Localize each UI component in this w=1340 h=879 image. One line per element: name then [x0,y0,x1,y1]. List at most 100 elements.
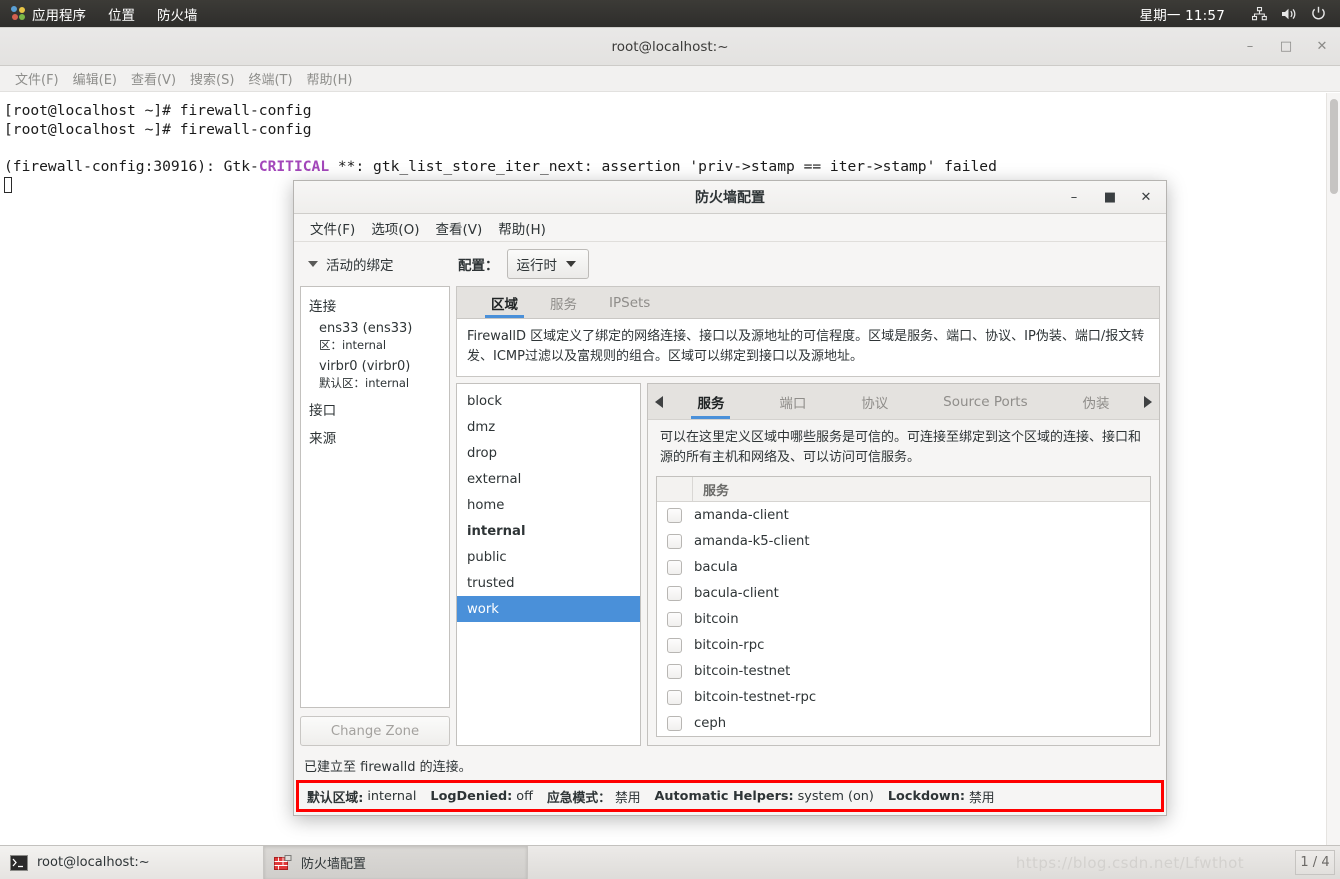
service-row[interactable]: bacula [657,554,1150,580]
tab-ipsets[interactable]: IPSets [593,287,666,318]
places-menu[interactable]: 位置 [97,0,146,27]
connection-zone: 区：internal [319,337,441,353]
status-bar: 默认区域: internal LogDenied: off 应急模式： 禁用 A… [296,780,1164,812]
zone-item-work[interactable]: work [457,596,640,622]
applications-menu-label: 应用程序 [32,7,86,24]
interfaces-title[interactable]: 接口 [309,399,441,419]
status-default-zone-key: 默认区域: [307,790,364,806]
zone-item-internal[interactable]: internal [457,518,640,544]
terminal-minimize-icon[interactable]: – [1242,39,1258,55]
connection-zone-value: internal [342,338,387,352]
service-label: amanda-client [694,507,789,523]
terminal-scrollbar-thumb[interactable] [1330,99,1338,194]
service-checkbox[interactable] [667,559,682,575]
services-description: 可以在这里定义区域中哪些服务是可信的。可连接至绑定到这个区域的连接、接口和源的所… [648,420,1159,476]
connection-item-ens33[interactable]: ens33 (ens33) 区：internal [319,321,441,353]
firewall-menu-file[interactable]: 文件(F) [302,218,363,238]
service-checkbox[interactable] [667,715,682,731]
taskbar-item-terminal[interactable]: root@localhost:~ [0,846,264,879]
configuration-select[interactable]: 运行时 [506,249,589,279]
zone-list[interactable]: block dmz drop external home internal pu… [456,383,641,746]
chevron-down-icon [566,261,576,267]
power-icon[interactable] [1311,6,1326,21]
terminal-menu-file[interactable]: 文件(F) [8,69,66,88]
tab-services[interactable]: 服务 [534,287,593,318]
zone-item-trusted[interactable]: trusted [457,570,640,596]
zone-item-external[interactable]: external [457,466,640,492]
firewall-menu-view[interactable]: 查看(V) [427,218,490,238]
terminal-menu-terminal[interactable]: 终端(T) [241,69,299,88]
inner-tab-services[interactable]: 服务 [687,384,734,419]
terminal-menu-edit[interactable]: 编辑(E) [66,69,124,88]
terminal-maximize-icon[interactable]: □ [1278,39,1294,55]
service-row[interactable]: bitcoin-testnet-rpc [657,684,1150,710]
zone-item-block[interactable]: block [457,388,640,414]
clock[interactable]: 星期一 11:57 [1129,0,1237,27]
zone-item-dmz[interactable]: dmz [457,414,640,440]
firewall-titlebar: 防火墙配置 – ■ ✕ [294,181,1166,214]
service-label: bitcoin-rpc [694,637,765,653]
volume-icon[interactable] [1281,7,1297,21]
connection-zone: 默认区：internal [319,375,441,391]
change-zone-button[interactable]: Change Zone [300,716,450,746]
applications-menu[interactable]: 应用程序 [0,0,97,27]
active-bindings-toggle[interactable]: 活动的绑定 [308,254,458,274]
service-checkbox[interactable] [667,585,682,601]
inner-tab-source-ports[interactable]: Source Ports [933,384,1037,419]
connection-item-virbr0[interactable]: virbr0 (virbr0) 默认区：internal [319,359,441,391]
service-checkbox[interactable] [667,689,682,705]
service-checkbox[interactable] [667,611,682,627]
inner-tabs-scroll-right-button[interactable] [1137,384,1159,419]
service-row[interactable]: bacula-client [657,580,1150,606]
firewall-config-window: 防火墙配置 – ■ ✕ 文件(F) 选项(O) 查看(V) 帮助(H) 活动的绑… [293,180,1167,816]
inner-tabs-scroll-left-button[interactable] [648,384,670,419]
service-row[interactable]: amanda-client [657,502,1150,528]
service-row[interactable]: bitcoin [657,606,1150,632]
connection-status: 已建立至 firewalld 的连接。 [294,750,1166,780]
tab-zones[interactable]: 区域 [475,287,534,318]
firewall-minimize-icon[interactable]: – [1066,189,1082,205]
service-label: bitcoin [694,611,739,627]
firewall-maximize-icon[interactable]: ■ [1102,189,1118,205]
bindings-list[interactable]: 连接 ens33 (ens33) 区：internal virbr0 (virb… [300,286,450,708]
inner-tab-protocols[interactable]: 协议 [851,384,898,419]
status-automatic-helpers-key: Automatic Helpers: [654,788,794,804]
terminal-output: [root@localhost ~]# firewall-config [roo… [0,93,1340,176]
inner-tab-ports[interactable]: 端口 [769,384,816,419]
service-row[interactable]: bitcoin-testnet [657,658,1150,684]
terminal-scrollbar[interactable] [1326,93,1340,845]
configuration-select-value: 运行时 [516,258,558,274]
zone-item-home[interactable]: home [457,492,640,518]
service-row[interactable]: bitcoin-rpc [657,632,1150,658]
service-checkbox[interactable] [667,533,682,549]
service-checkbox[interactable] [667,507,682,523]
inner-tab-masquerade[interactable]: 伪装 [1073,384,1120,419]
firewall-menu-help[interactable]: 帮助(H) [490,218,554,238]
terminal-menu-view[interactable]: 查看(V) [124,69,183,88]
zone-item-drop[interactable]: drop [457,440,640,466]
firewall-menu-options[interactable]: 选项(O) [363,218,427,238]
status-panic-mode-value: 禁用 [614,790,641,806]
firewall-close-icon[interactable]: ✕ [1138,189,1154,205]
status-logdenied-key: LogDenied: [430,788,513,804]
status-panic-mode-key: 应急模式： [546,790,611,806]
taskbar-item-firewall-label: 防火墙配置 [301,857,367,872]
inner-tab-strip: 服务 端口 协议 Source Ports 伪装 [670,384,1137,419]
terminal-window-buttons: – □ ✕ [1242,39,1330,55]
services-list[interactable]: 服务 amanda-client amanda-k5-client bacula… [656,476,1151,737]
terminal-close-icon[interactable]: ✕ [1314,39,1330,55]
service-label: amanda-k5-client [694,533,810,549]
terminal-menu-help[interactable]: 帮助(H) [300,69,360,88]
workspace-indicator[interactable]: 1 / 4 [1295,850,1335,875]
terminal-warning-suffix: **: gtk_list_store_iter_next: assertion … [329,157,997,175]
network-icon[interactable] [1252,6,1267,21]
service-checkbox[interactable] [667,663,682,679]
service-checkbox[interactable] [667,637,682,653]
zone-item-public[interactable]: public [457,544,640,570]
service-row[interactable]: amanda-k5-client [657,528,1150,554]
firewall-menu[interactable]: 防火墙 [146,0,209,27]
sources-title[interactable]: 来源 [309,427,441,447]
service-row[interactable]: ceph [657,710,1150,736]
taskbar-item-firewall[interactable]: 防火墙配置 [264,846,528,879]
terminal-menu-search[interactable]: 搜索(S) [183,69,241,88]
